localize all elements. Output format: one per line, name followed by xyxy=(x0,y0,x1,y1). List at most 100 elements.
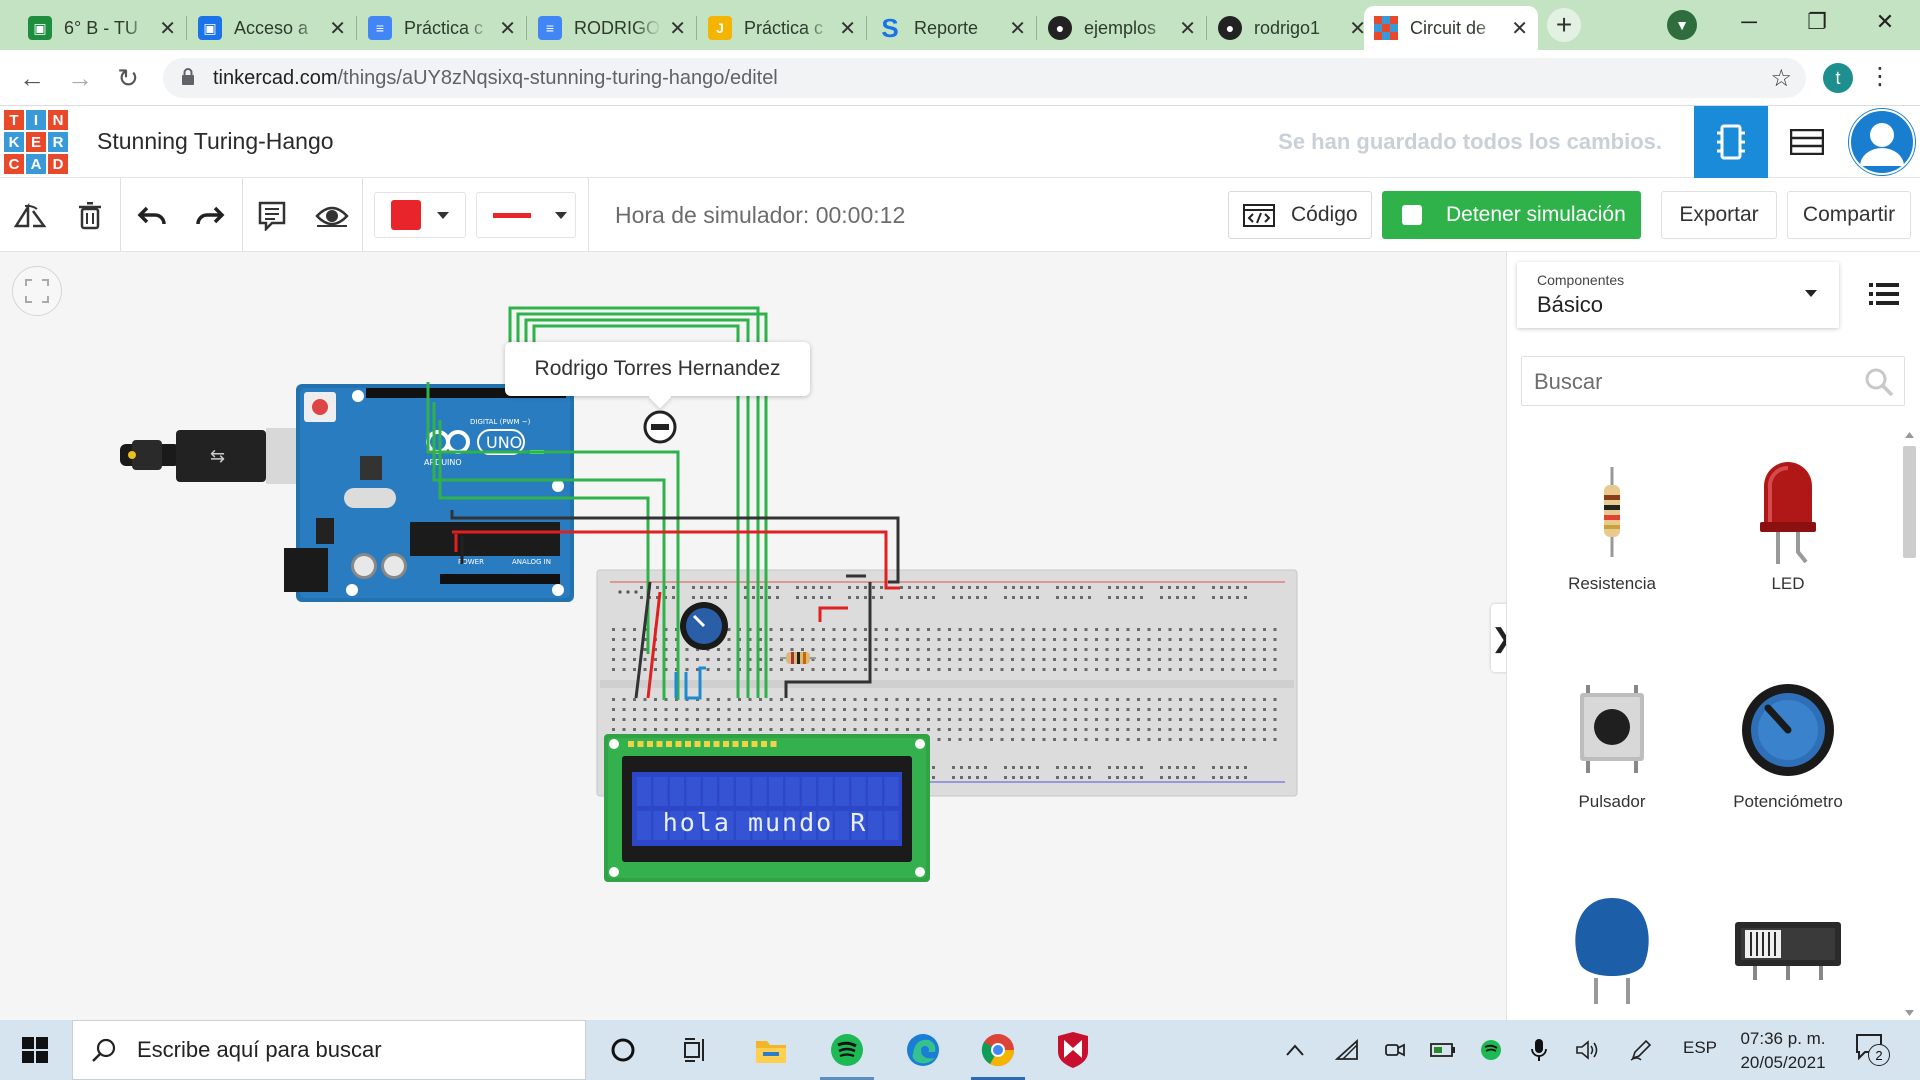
part-potentiometer[interactable]: Potenciómetro xyxy=(1713,670,1863,812)
search-icon[interactable] xyxy=(1864,367,1894,397)
parts-scrollbar[interactable] xyxy=(1900,428,1919,1020)
user-avatar[interactable] xyxy=(1848,108,1916,176)
bookmark-star-icon[interactable]: ☆ xyxy=(1770,64,1792,93)
browser-menu-icon[interactable]: ⋮ xyxy=(1868,62,1892,91)
spotify-tray-icon[interactable] xyxy=(1476,1030,1506,1070)
part-led[interactable]: LED xyxy=(1713,452,1863,594)
wire-style-picker[interactable] xyxy=(476,192,576,238)
reload-icon[interactable]: ↻ xyxy=(110,60,146,96)
volume-icon[interactable] xyxy=(1572,1030,1602,1070)
part-slide-switch[interactable] xyxy=(1713,888,1863,1010)
close-icon[interactable]: ✕ xyxy=(1511,16,1528,41)
taskbar-search[interactable]: Escribe aquí para buscar xyxy=(72,1020,586,1080)
meet-now-icon[interactable] xyxy=(1380,1030,1410,1070)
potentiometer-icon xyxy=(1742,684,1834,776)
code-icon xyxy=(1243,204,1275,227)
stop-icon xyxy=(1402,205,1422,225)
list-view-icon[interactable] xyxy=(1869,282,1899,306)
browser-tab[interactable]: ▣ Acceso a ✕ xyxy=(188,6,357,50)
restore-icon[interactable]: ❐ xyxy=(1784,0,1850,44)
window-close-icon[interactable]: ✕ xyxy=(1852,0,1918,44)
part-resistor[interactable]: Resistencia xyxy=(1537,452,1687,594)
logo-letter: C xyxy=(4,154,24,174)
search-icon xyxy=(92,1038,116,1062)
export-button[interactable]: Exportar xyxy=(1661,191,1777,239)
mcafee-icon[interactable] xyxy=(1053,1030,1093,1070)
browser-tab[interactable]: ≡ RODRIGO ✕ xyxy=(528,6,697,50)
task-view-icon[interactable] xyxy=(675,1030,715,1070)
browser-tab[interactable]: ▣ 6° B - TU ✕ xyxy=(18,6,187,50)
close-icon[interactable]: ✕ xyxy=(1179,16,1196,41)
browser-tab[interactable]: ● ejemplos ✕ xyxy=(1038,6,1207,50)
back-icon[interactable]: ← xyxy=(14,60,50,96)
redo-icon[interactable] xyxy=(190,196,230,236)
minimize-icon[interactable]: ─ xyxy=(1716,0,1782,44)
close-icon[interactable]: ✕ xyxy=(499,16,516,41)
save-status: Se han guardado todos los cambios. xyxy=(1278,129,1662,154)
github-icon: ● xyxy=(1048,16,1072,40)
logo-letter: N xyxy=(48,110,68,130)
jamboard-icon: J xyxy=(708,16,732,40)
pushbutton-icon xyxy=(1580,685,1644,773)
rotate-icon[interactable] xyxy=(10,196,50,236)
microphone-icon[interactable] xyxy=(1524,1030,1554,1070)
browser-tab[interactable]: S Reporte ✕ xyxy=(868,6,1037,50)
circuit-view-button[interactable] xyxy=(1694,106,1768,178)
part-capacitor[interactable] xyxy=(1537,888,1687,1010)
part-pushbutton[interactable]: Pulsador xyxy=(1537,670,1687,812)
visibility-icon[interactable] xyxy=(312,196,352,236)
browser-tab[interactable]: J Práctica c ✕ xyxy=(698,6,867,50)
url-path: /things/aUY8zNqsixq-stunning-turing-hang… xyxy=(337,67,778,89)
tab-search-icon[interactable]: ▼ xyxy=(1667,10,1697,40)
spotify-icon[interactable] xyxy=(827,1030,867,1070)
logo-letter: A xyxy=(26,154,46,174)
docs-icon: ≡ xyxy=(368,16,392,40)
table-icon xyxy=(1790,129,1824,155)
circuit-canvas[interactable]: ⇆ UNO ARDUINO DIGITAL (PWM ~) POWER ANAL… xyxy=(0,252,1513,1020)
fill-color-picker[interactable] xyxy=(374,192,466,238)
file-explorer-icon[interactable] xyxy=(751,1030,791,1070)
minus-circle-icon[interactable] xyxy=(643,410,677,444)
profile-avatar[interactable]: t xyxy=(1823,63,1853,93)
browser-tab[interactable]: ≡ Práctica c ✕ xyxy=(358,6,527,50)
windows-start-button[interactable] xyxy=(0,1020,70,1080)
digital-header-label: DIGITAL (PWM ~) xyxy=(470,418,531,426)
browser-tab-active[interactable]: Circuit de ✕ xyxy=(1364,6,1538,50)
trash-icon[interactable] xyxy=(70,196,110,236)
close-icon[interactable]: ✕ xyxy=(329,16,346,41)
new-tab-button[interactable]: + xyxy=(1547,8,1581,42)
circuit-icon xyxy=(1717,124,1745,160)
wire-style-icon xyxy=(493,212,531,218)
close-icon[interactable]: ✕ xyxy=(669,16,686,41)
browser-tab[interactable]: ● rodrigo1 ✕ xyxy=(1208,6,1376,50)
forward-icon[interactable]: → xyxy=(62,60,98,96)
stop-simulation-button[interactable]: Detener simulación xyxy=(1382,191,1641,239)
code-button[interactable]: Código xyxy=(1228,191,1372,239)
search-input[interactable] xyxy=(1534,367,1834,397)
potentiometer[interactable] xyxy=(680,602,728,650)
chrome-icon[interactable] xyxy=(978,1030,1018,1070)
input-language[interactable]: ESP xyxy=(1683,1038,1717,1058)
tinkercad-logo[interactable]: T I N K E R C A D xyxy=(4,110,68,174)
system-clock[interactable]: 07:36 p. m. 20/05/2021 xyxy=(1733,1027,1833,1075)
url-field[interactable]: tinkercad.com/things/aUY8zNqsixq-stunnin… xyxy=(163,58,1806,98)
battery-icon[interactable] xyxy=(1428,1030,1458,1070)
pen-icon[interactable] xyxy=(1626,1030,1656,1070)
close-icon[interactable]: ✕ xyxy=(839,16,856,41)
project-title[interactable]: Stunning Turing-Hango xyxy=(97,128,334,155)
component-category-select[interactable]: Componentes Básico xyxy=(1517,262,1839,328)
tray-chevron-up-icon[interactable] xyxy=(1280,1030,1310,1070)
share-button[interactable]: Compartir xyxy=(1787,191,1911,239)
wifi-icon[interactable] xyxy=(1332,1030,1362,1070)
tab-title: Reporte xyxy=(914,17,979,38)
notification-center-button[interactable]: 2 xyxy=(1856,1034,1892,1066)
close-icon[interactable]: ✕ xyxy=(159,16,176,41)
code-label: Código xyxy=(1291,203,1358,226)
close-icon[interactable]: ✕ xyxy=(1009,16,1026,41)
cortana-icon[interactable] xyxy=(603,1030,643,1070)
notes-icon[interactable] xyxy=(252,196,292,236)
edge-icon[interactable] xyxy=(903,1030,943,1070)
component-list-button[interactable] xyxy=(1770,106,1844,178)
undo-icon[interactable] xyxy=(132,196,172,236)
logo-letter: K xyxy=(4,132,24,152)
